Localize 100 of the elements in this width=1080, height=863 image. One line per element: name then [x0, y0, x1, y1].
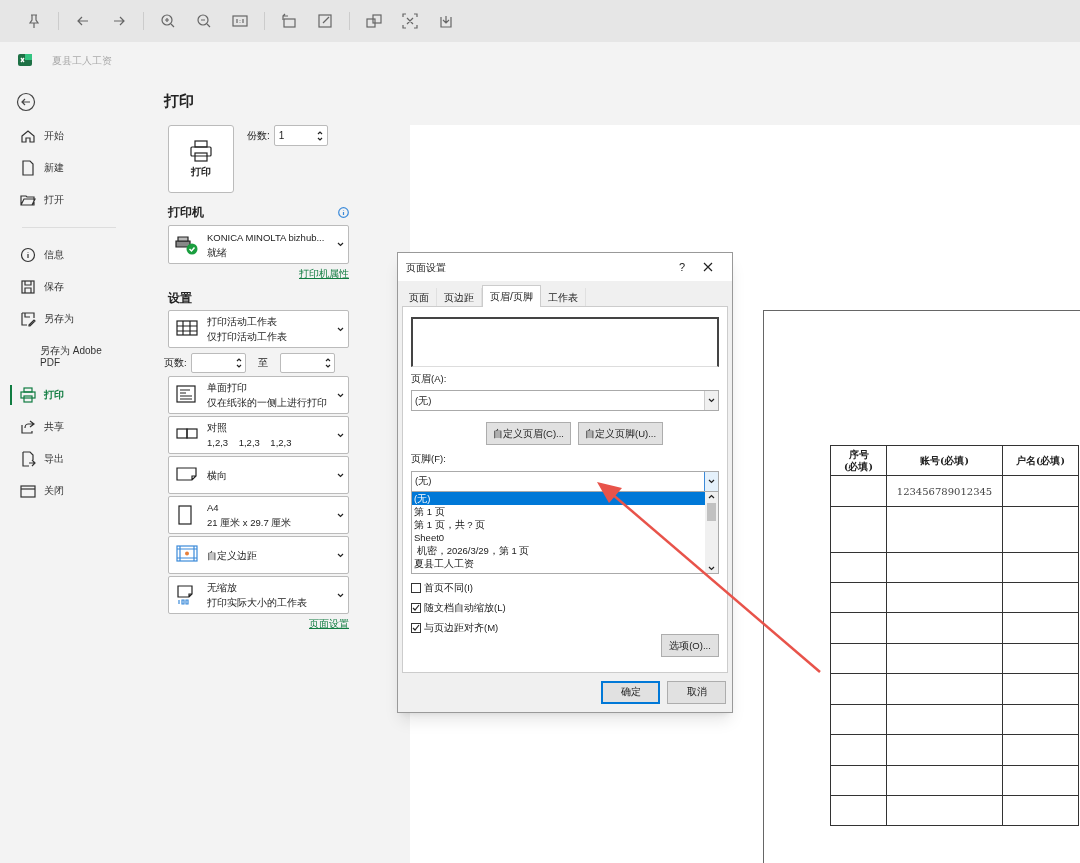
list-option[interactable]: 夏县工人工资 [412, 556, 705, 570]
back-icon[interactable] [16, 92, 36, 112]
print-button[interactable]: 打印 [168, 125, 234, 193]
options-button[interactable]: 选项(O)... [661, 634, 719, 658]
field-label: 页眉(A): [411, 372, 448, 386]
printer-dropdown[interactable]: KONICA MINOLTA bizhub... 就绪 [168, 225, 349, 264]
nav-item[interactable]: 打开 [0, 184, 132, 216]
zoom-in-icon[interactable] [160, 13, 176, 29]
nav-icon [20, 387, 36, 403]
printer-properties-link[interactable]: 打印机属性 [299, 267, 349, 282]
chevron-down-icon [337, 392, 344, 398]
spin-arrows-icon [235, 357, 242, 370]
page-from-field[interactable] [190, 353, 246, 374]
chevron-down-icon [337, 472, 344, 478]
chevron-down-icon [708, 398, 715, 404]
spin-arrows-icon [316, 129, 323, 142]
table-cell [830, 552, 887, 583]
custom-header-button[interactable]: 自定义页眉(C)... [485, 422, 571, 446]
checkbox[interactable] [411, 602, 421, 613]
table-cell [830, 673, 887, 705]
cancel-button[interactable]: 取消 [667, 681, 726, 704]
settings-dropdown[interactable]: 单面打印 仅在纸张的一侧上进行打印 [168, 376, 349, 415]
table-cell [830, 734, 887, 766]
help-button[interactable]: ? [670, 258, 694, 276]
nav-item[interactable]: 导出 [0, 443, 132, 475]
nav-icon [20, 247, 36, 263]
pin-icon[interactable] [26, 13, 42, 29]
header-dropdown[interactable]: (无) [411, 390, 719, 412]
check-icon [412, 603, 420, 612]
nav-icon [20, 160, 36, 176]
copies-label: 份数: [247, 129, 270, 143]
settings-dropdown[interactable]: 横向 [168, 456, 349, 495]
table-cell [830, 765, 887, 796]
document-title: 夏县工人工资 [52, 53, 112, 68]
page-setup-link[interactable]: 页面设置 [309, 617, 349, 632]
scroll-down-icon [708, 565, 715, 571]
nav-item[interactable]: 新建 [0, 152, 132, 184]
check-icon [412, 624, 420, 633]
table-cell [830, 506, 887, 553]
chevron-down-icon [337, 552, 344, 558]
nav-icon [20, 451, 36, 467]
chevron-down-icon [708, 478, 715, 484]
ok-button[interactable]: 确定 [601, 681, 660, 704]
checkbox-label: 与页边距对齐(M) [424, 621, 499, 635]
chevron-down-icon [337, 592, 344, 598]
tab[interactable]: 页眉/页脚 [482, 285, 541, 307]
checkbox[interactable] [411, 623, 421, 634]
footer-dropdown[interactable]: (无) [411, 470, 719, 492]
to-label: 至 [256, 356, 269, 371]
nav-icon [20, 279, 36, 295]
printer-ready-icon [174, 234, 200, 255]
download-icon[interactable] [438, 13, 454, 29]
list-option[interactable]: 机密，2026/3/29，第 1 页 [412, 543, 705, 557]
table-cell [830, 795, 887, 826]
nav-item[interactable]: 开始 [0, 120, 132, 152]
copies-spinner[interactable]: 1 [273, 125, 328, 146]
field-label: 页脚(F): [411, 452, 447, 467]
close-icon [703, 262, 713, 272]
dialog-title: 页面设置 [406, 260, 447, 275]
nav-icon [20, 419, 36, 435]
list-option[interactable]: Sheet0 [412, 530, 705, 544]
nav-item[interactable]: 共享 [0, 411, 132, 443]
nav-item[interactable]: 打印 [0, 379, 132, 411]
pages-label: 页数: [164, 356, 187, 371]
nav-icon [20, 128, 36, 144]
footer-options-list[interactable]: (无) 第 1 页 第 1 页，共 ? 页 Sheet0 机密，2026/3/29，第 1 页 夏县工人工资 [411, 491, 719, 574]
settings-dropdown[interactable]: 对照 1,2,3 1,2,3 1,2,3 [168, 416, 349, 455]
nav-icon [20, 311, 36, 327]
scan-text-icon[interactable] [402, 13, 418, 29]
table-cell [830, 582, 887, 613]
spreadsheet-app-icon [18, 53, 32, 67]
nav-item[interactable]: 保存 [0, 271, 132, 303]
nav-item[interactable]: 另存为 Adobe PDF [0, 335, 132, 379]
info-icon[interactable] [338, 206, 349, 218]
section-heading: 打印机 [168, 204, 204, 221]
nav-item[interactable]: 关闭 [0, 475, 132, 507]
table-cell [830, 612, 887, 644]
scroll-thumb[interactable] [707, 503, 716, 521]
translate-icon[interactable] [366, 13, 382, 29]
custom-footer-button[interactable]: 自定义页脚(U)... [578, 422, 664, 446]
checkbox[interactable] [411, 582, 421, 593]
section-heading: 设置 [168, 290, 193, 308]
edit-icon[interactable] [317, 13, 333, 29]
spin-arrows-icon [324, 357, 331, 370]
column-header: 户名(必填) [1002, 445, 1079, 476]
zoom-out-icon[interactable] [196, 13, 212, 29]
column-header: 序号 (必填) [830, 445, 887, 476]
column-header: 账号(必填) [886, 445, 1003, 476]
nav-item[interactable]: 另存为 [0, 303, 132, 335]
settings-dropdown[interactable]: 无缩放 打印实际大小的工作表 [168, 576, 349, 615]
rotate-icon[interactable] [281, 13, 297, 29]
table-cell [830, 704, 887, 735]
settings-dropdown[interactable]: 自定义边距 [168, 536, 349, 575]
table-cell: 123456789012345 [886, 475, 1003, 507]
settings-dropdown[interactable]: A4 21 厘米 x 29.7 厘米 [168, 496, 349, 535]
list-option[interactable]: 第 1 页 [412, 504, 705, 518]
nav-item[interactable]: 信息 [0, 239, 132, 271]
settings-dropdown[interactable]: 打印活动工作表 仅打印活动工作表 [168, 310, 349, 349]
page-to-field[interactable] [279, 353, 335, 374]
list-option[interactable]: 第 1 页，共 ? 页 [412, 517, 705, 531]
